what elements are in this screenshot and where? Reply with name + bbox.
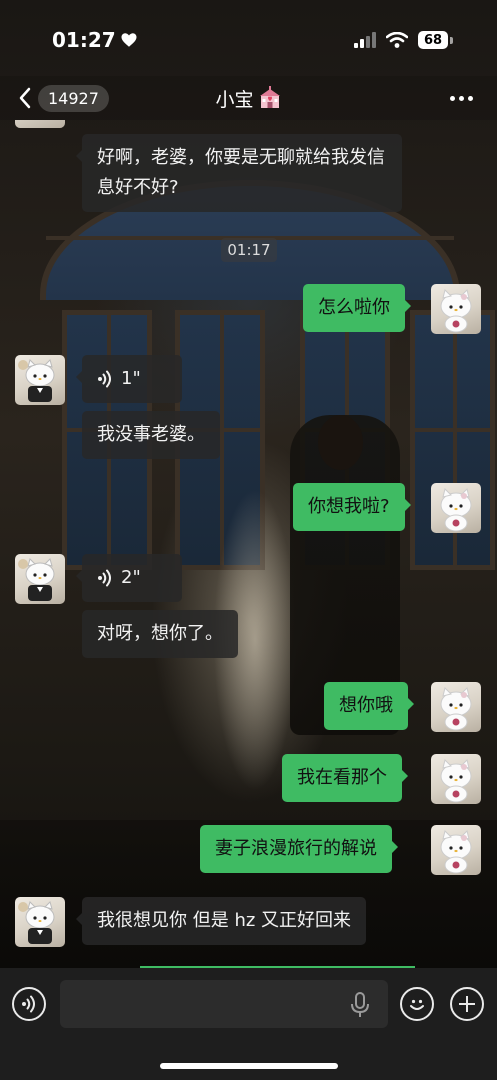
chat-title[interactable]: 小宝 (215, 85, 281, 112)
outgoing-message[interactable]: 你想我啦? (293, 483, 411, 531)
message-text: 对呀，想你了。 (97, 623, 223, 644)
battery-indicator: 68 (418, 31, 453, 49)
home-indicator[interactable] (160, 1063, 338, 1069)
my-avatar[interactable] (431, 682, 481, 732)
contact-avatar[interactable] (15, 355, 65, 405)
hello-kitty-avatar-icon (440, 687, 472, 731)
wifi-icon (386, 32, 408, 48)
my-avatar[interactable] (431, 754, 481, 804)
contact-avatar[interactable] (15, 554, 65, 604)
smiley-icon (410, 999, 424, 1010)
incoming-voice-message[interactable]: 1" (76, 355, 182, 403)
message-text: 我很想见你 但是 hz 又正好回来 (97, 910, 352, 931)
input-row (0, 980, 497, 1028)
message-text: 想你哦 (339, 695, 393, 716)
background-groom-head (318, 415, 363, 470)
emoji-button[interactable] (400, 987, 434, 1021)
incoming-message[interactable]: 我没事老婆。 (82, 411, 220, 459)
status-bar: 01:27 68 (0, 0, 497, 80)
voice-wave-icon (98, 569, 111, 587)
more-actions-button[interactable] (450, 987, 484, 1021)
plus-icon (459, 996, 475, 1012)
cellular-signal-icon (354, 32, 376, 48)
status-time-text: 01:27 (52, 28, 116, 52)
back-button[interactable]: 14927 (18, 84, 109, 112)
unread-count-badge: 14927 (38, 84, 109, 112)
more-options-button[interactable] (450, 95, 473, 101)
wedding-chapel-icon (259, 86, 280, 108)
chat-header: 14927 小宝 (0, 76, 497, 120)
battery-tip (450, 36, 453, 44)
incoming-message[interactable]: 好啊，老婆，你要是无聊就给我发信息好不好? (76, 134, 402, 212)
hello-kitty-avatar-icon (440, 830, 472, 874)
status-indicators: 68 (354, 31, 453, 49)
voice-wave-icon (98, 370, 111, 388)
outgoing-message[interactable]: 想你哦 (324, 682, 414, 730)
incoming-message[interactable]: 对呀，想你了。 (82, 610, 238, 658)
heart-icon (121, 33, 137, 47)
message-text: 我在看那个 (297, 767, 387, 788)
my-avatar[interactable] (431, 825, 481, 875)
status-time: 01:27 (52, 28, 138, 52)
incoming-message[interactable]: 我很想见你 但是 hz 又正好回来 (75, 897, 367, 945)
message-text: 我没事老婆。 (97, 424, 205, 445)
battery-level: 68 (418, 31, 448, 49)
my-avatar[interactable] (431, 284, 481, 334)
kitty-groom-avatar-icon (18, 901, 55, 944)
voice-wave-icon (22, 995, 35, 1013)
incoming-voice-message[interactable]: 2" (76, 554, 182, 602)
message-text: 好啊，老婆，你要是无聊就给我发信息好不好? (97, 147, 385, 198)
mic-icon[interactable] (350, 992, 370, 1018)
kitty-groom-avatar-icon (18, 359, 55, 402)
message-text: 怎么啦你 (318, 297, 390, 318)
voice-mode-button[interactable] (12, 987, 46, 1021)
outgoing-message[interactable]: 妻子浪漫旅行的解说 (200, 825, 398, 873)
outgoing-message[interactable]: 我在看那个 (282, 754, 408, 802)
hello-kitty-avatar-icon (440, 759, 472, 803)
hello-kitty-avatar-icon (440, 488, 472, 532)
chevron-left-icon (19, 87, 31, 109)
more-dot (468, 95, 473, 101)
message-text: 妻子浪漫旅行的解说 (215, 838, 377, 859)
more-dot (450, 95, 455, 101)
chat-title-text: 小宝 (215, 88, 254, 111)
message-timestamp: 01:17 (221, 238, 277, 262)
kitty-groom-avatar-icon (18, 558, 55, 601)
hello-kitty-avatar-icon (440, 289, 472, 333)
voice-duration: 2" (121, 567, 141, 588)
message-text: 你想我啦? (308, 496, 390, 517)
message-text-input[interactable] (60, 980, 388, 1028)
voice-duration: 1" (121, 368, 141, 389)
outgoing-message[interactable]: 怎么啦你 (303, 284, 411, 332)
contact-avatar[interactable] (15, 897, 65, 947)
my-avatar[interactable] (431, 483, 481, 533)
more-dot (459, 95, 464, 101)
